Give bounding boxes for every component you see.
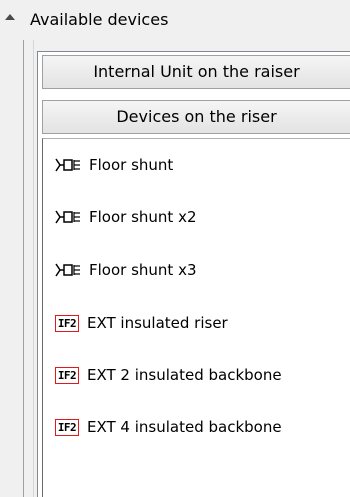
device-list: Floor shunt Floor shunt x2 Floor shunt x… — [42, 138, 350, 497]
if2-icon: IF2 — [55, 314, 79, 332]
category-internal-unit-button[interactable]: Internal Unit on the raiser — [42, 55, 350, 89]
device-label: EXT 2 insulated backbone — [87, 366, 282, 384]
section-title: Available devices — [30, 10, 169, 29]
device-item-floor-shunt[interactable]: Floor shunt — [55, 153, 350, 177]
device-label: Floor shunt x2 — [89, 208, 197, 226]
floor-shunt-icon — [55, 210, 80, 224]
floor-shunt-icon — [55, 263, 80, 277]
if2-icon: IF2 — [55, 418, 79, 436]
device-item-ext-4-insulated-backbone[interactable]: IF2 EXT 4 insulated backbone — [55, 415, 350, 439]
floor-shunt-icon — [55, 158, 80, 172]
collapse-arrow-icon[interactable] — [5, 14, 15, 20]
device-item-floor-shunt-x2[interactable]: Floor shunt x2 — [55, 205, 350, 229]
device-item-floor-shunt-x3[interactable]: Floor shunt x3 — [55, 258, 350, 282]
section-header[interactable]: Available devices — [0, 0, 350, 40]
frame-divider — [23, 40, 24, 497]
frame-divider-inner — [33, 40, 34, 497]
device-item-ext-insulated-riser[interactable]: IF2 EXT insulated riser — [55, 311, 350, 335]
if2-icon: IF2 — [55, 366, 79, 384]
device-label: Floor shunt x3 — [89, 261, 197, 279]
category-devices-on-riser-button[interactable]: Devices on the riser — [42, 100, 350, 134]
device-label: EXT 4 insulated backbone — [87, 418, 282, 436]
device-item-ext-2-insulated-backbone[interactable]: IF2 EXT 2 insulated backbone — [55, 363, 350, 387]
device-label: EXT insulated riser — [87, 314, 228, 332]
device-label: Floor shunt — [89, 156, 174, 174]
